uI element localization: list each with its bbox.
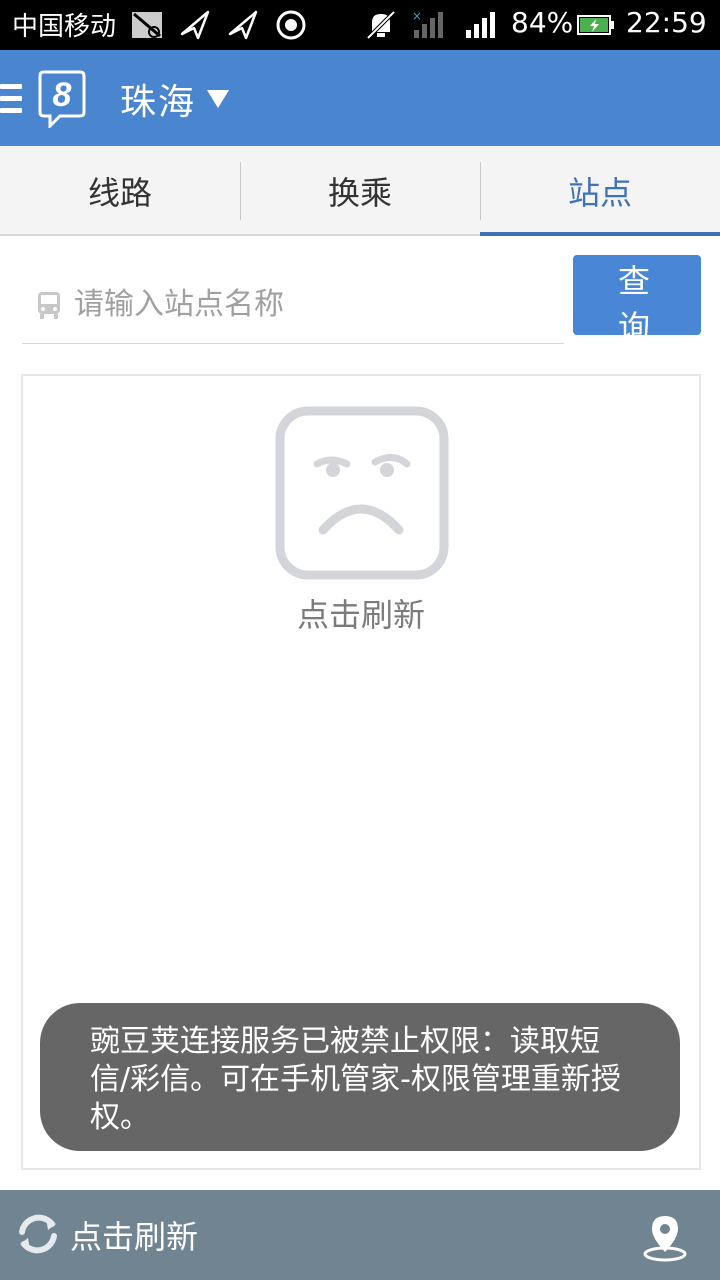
app-logo-icon: 8 bbox=[38, 70, 86, 128]
location-pin-icon[interactable] bbox=[640, 1212, 690, 1262]
sim-blocked-icon bbox=[132, 12, 162, 38]
logo-text: 8 bbox=[53, 76, 72, 114]
send-icon bbox=[228, 10, 258, 40]
bottom-bar: 点击刷新 bbox=[0, 1190, 720, 1280]
search-field bbox=[22, 248, 564, 344]
record-icon bbox=[276, 10, 306, 40]
signal-icon: × bbox=[412, 9, 443, 38]
tab-stations[interactable]: 站点 bbox=[480, 146, 720, 236]
bus-icon bbox=[38, 292, 60, 319]
carrier-name: 中国移动 bbox=[12, 12, 117, 42]
active-tab-indicator bbox=[480, 232, 720, 236]
tab-bar: 线路 换乘 站点 bbox=[0, 146, 720, 236]
station-search-input[interactable] bbox=[72, 274, 552, 334]
mute-icon bbox=[366, 10, 396, 40]
refresh-hint-text[interactable]: 点击刷新 bbox=[23, 590, 699, 636]
tab-routes[interactable]: 线路 bbox=[0, 146, 240, 236]
city-selector[interactable]: 珠海 bbox=[120, 73, 196, 125]
sad-face-icon[interactable] bbox=[275, 406, 449, 580]
send-icon bbox=[180, 10, 210, 40]
search-button[interactable]: 查询 bbox=[573, 255, 701, 346]
status-bar: 中国移动 × 84% 22:59 bbox=[0, 0, 720, 50]
search-row: 查询 bbox=[0, 238, 720, 348]
battery-percentage: 84% bbox=[511, 6, 574, 39]
tab-transfer[interactable]: 换乘 bbox=[240, 146, 480, 236]
signal-icon bbox=[466, 12, 495, 38]
app-header: 8 珠海 bbox=[0, 50, 720, 146]
svg-text:×: × bbox=[412, 9, 422, 23]
bottom-refresh-label[interactable]: 点击刷新 bbox=[70, 1212, 198, 1258]
chevron-down-icon[interactable] bbox=[205, 88, 231, 110]
menu-icon[interactable] bbox=[0, 84, 22, 114]
battery-charging-icon bbox=[577, 15, 614, 35]
refresh-icon[interactable] bbox=[14, 1210, 62, 1258]
toast-message: 豌豆荚连接服务已被禁止权限：读取短信/彩信。可在手机管家-权限管理重新授权。 bbox=[40, 1003, 680, 1151]
clock-time: 22:59 bbox=[626, 6, 707, 39]
